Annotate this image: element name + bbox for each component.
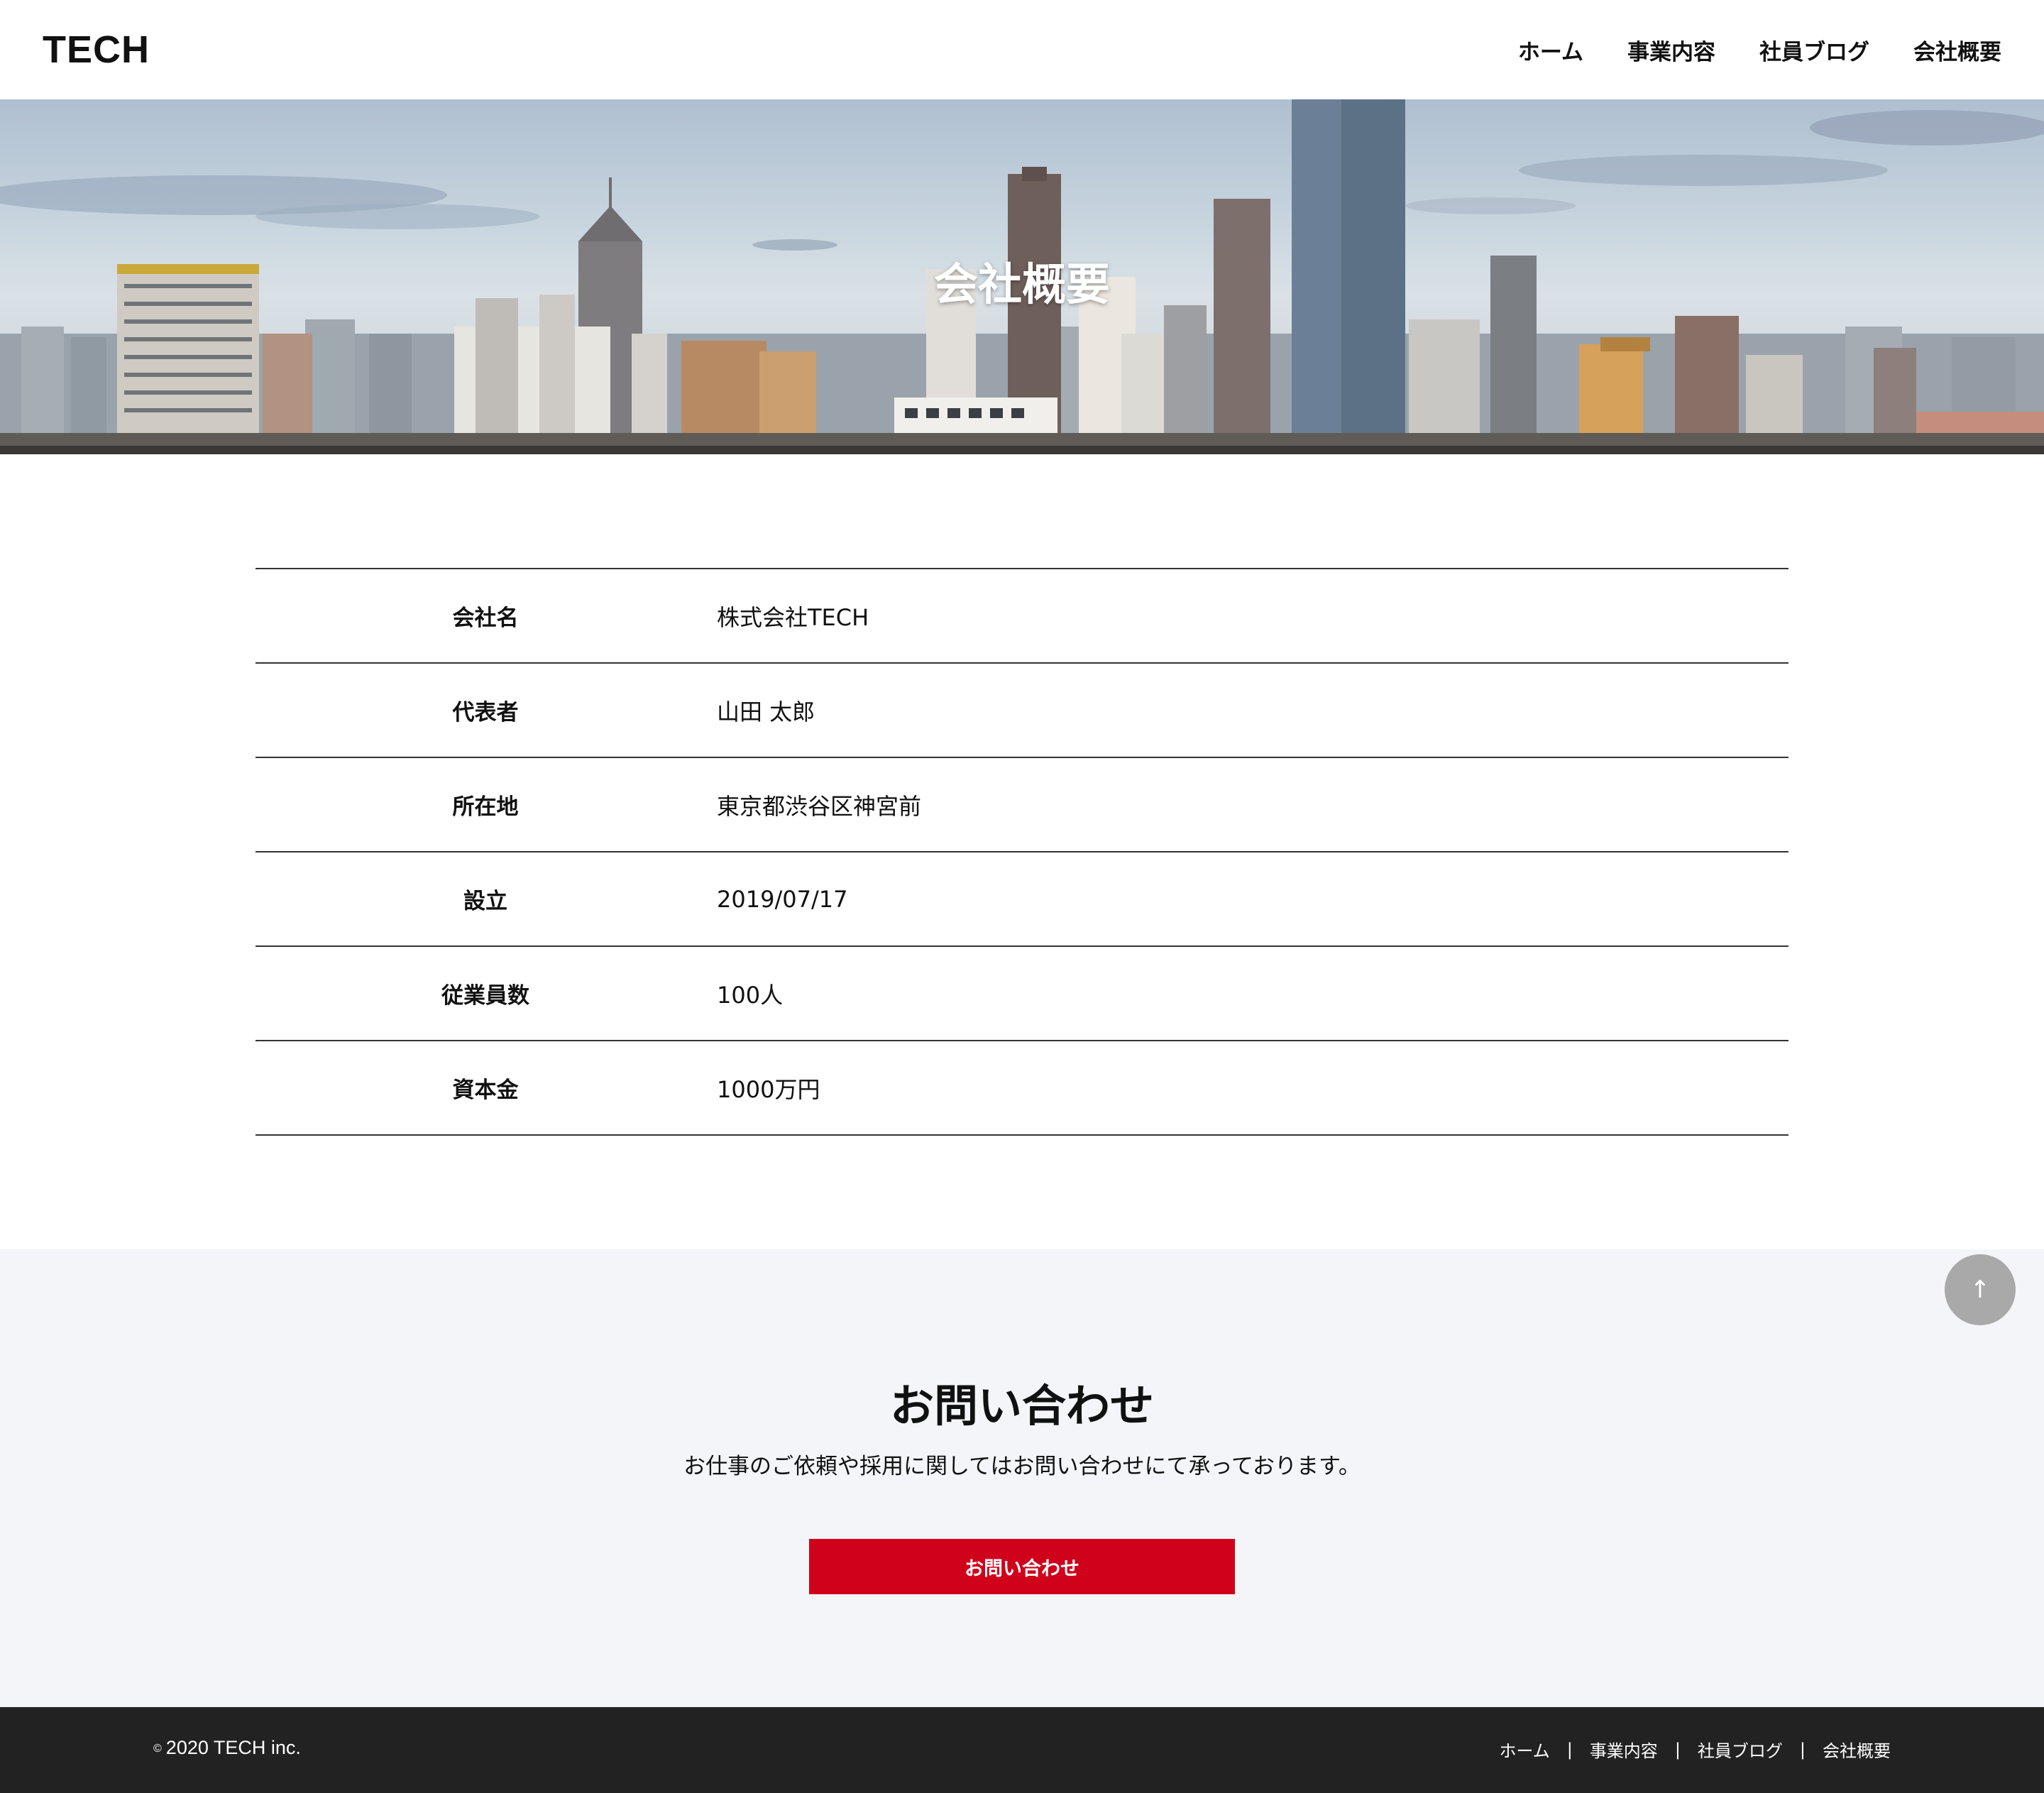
row-value: 1000万円 (717, 1075, 820, 1103)
row-value: 山田 太郎 (717, 698, 815, 725)
footer-separator: | (1566, 1739, 1573, 1760)
table-row: 代表者 山田 太郎 (256, 664, 1788, 758)
nav-item-blog[interactable]: 社員ブログ (1759, 34, 1869, 66)
table-row: 会社名 株式会社TECH (256, 569, 1788, 664)
hero-title: 会社概要 (933, 258, 1110, 310)
footer-separator: | (1674, 1739, 1681, 1760)
footer-nav-blog[interactable]: 社員ブログ (1698, 1737, 1783, 1762)
row-value: 2019/07/17 (717, 885, 848, 913)
scroll-to-top-button[interactable]: ↑ (1945, 1254, 2016, 1325)
contact-description: お仕事のご依頼や採用に関してはお問い合わせにて承っております。 (683, 1454, 1361, 1479)
nav-item-company[interactable]: 会社概要 (1913, 34, 2001, 66)
copyright-symbol: © (153, 1743, 162, 1755)
table-row: 設立 2019/07/17 (256, 852, 1788, 947)
row-value: 東京都渋谷区神宮前 (717, 792, 922, 820)
site-footer: © 2020 TECH inc. ホーム | 事業内容 | 社員ブログ | 会社概… (0, 1707, 2044, 1793)
row-label: 設立 (463, 889, 507, 914)
nav-item-services[interactable]: 事業内容 (1627, 34, 1715, 66)
footer-separator: | (1799, 1739, 1806, 1760)
table-row: 所在地 東京都渋谷区神宮前 (256, 758, 1788, 852)
arrow-up-icon: ↑ (1969, 1276, 1991, 1304)
contact-title: お問い合わせ (889, 1380, 1154, 1432)
copyright: © 2020 TECH inc. (153, 1737, 301, 1759)
row-value: 100人 (717, 981, 784, 1009)
main-nav: ホーム 事業内容 社員ブログ 会社概要 (1518, 34, 2001, 66)
table-row: 従業員数 100人 (256, 947, 1788, 1041)
contact-button[interactable]: お問い合わせ (809, 1539, 1235, 1594)
row-label: 資本金 (452, 1078, 519, 1103)
footer-nav-home[interactable]: ホーム (1499, 1737, 1549, 1762)
row-value: 株式会社TECH (717, 603, 869, 631)
row-label: 従業員数 (441, 983, 529, 1009)
contact-section: お問い合わせ お仕事のご依頼や採用に関してはお問い合わせにて承っております。 お… (0, 1249, 2044, 1707)
copyright-text: 2020 TECH inc. (165, 1737, 301, 1758)
footer-nav-company[interactable]: 会社概要 (1823, 1737, 1891, 1762)
row-label: 会社名 (452, 605, 519, 631)
footer-nav: ホーム | 事業内容 | 社員ブログ | 会社概要 (1499, 1737, 1891, 1762)
company-info-table: 会社名 株式会社TECH 代表者 山田 太郎 所在地 東京都渋谷区神宮前 設立 … (256, 568, 1788, 1136)
table-row: 資本金 1000万円 (256, 1041, 1788, 1136)
nav-item-home[interactable]: ホーム (1518, 34, 1583, 66)
site-header: TECH ホーム 事業内容 社員ブログ 会社概要 (0, 0, 2044, 99)
site-logo[interactable]: TECH (43, 28, 150, 72)
hero-banner: 会社概要 (0, 99, 2044, 454)
row-label: 所在地 (452, 794, 519, 820)
row-label: 代表者 (452, 700, 519, 725)
footer-nav-services[interactable]: 事業内容 (1590, 1737, 1658, 1762)
